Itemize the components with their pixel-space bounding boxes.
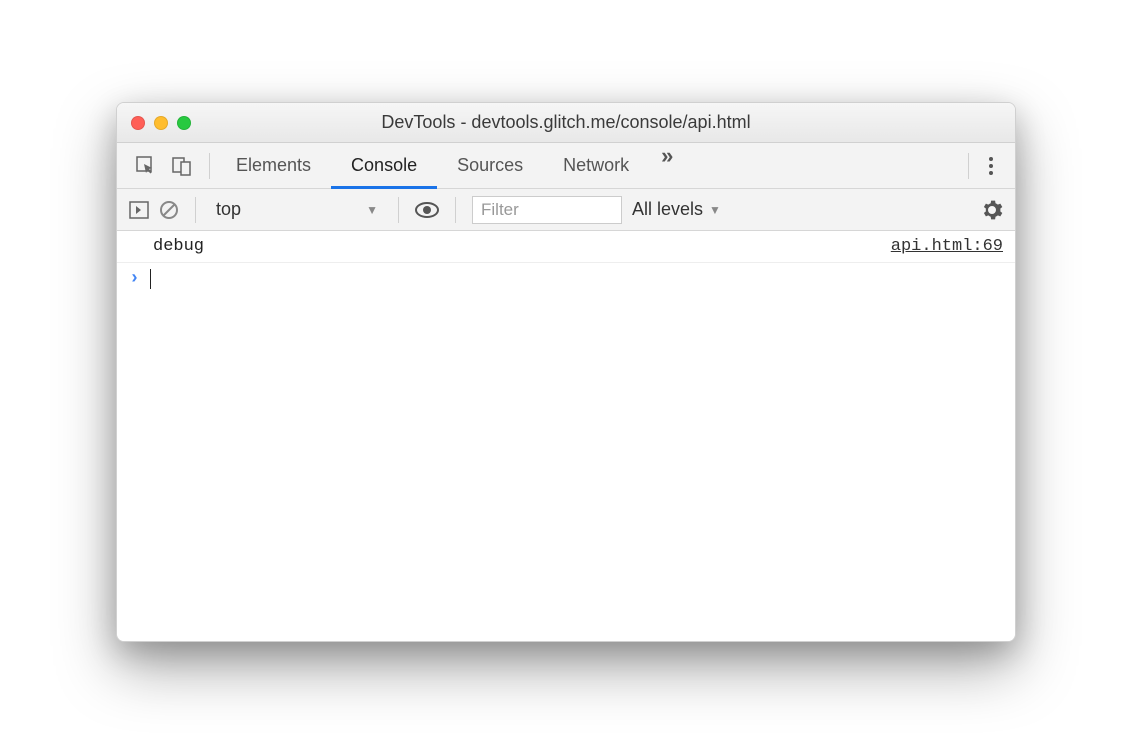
console-prompt[interactable]: › (117, 263, 1015, 295)
tab-network[interactable]: Network (543, 143, 649, 189)
tabs-bar: Elements Console Sources Network » (117, 143, 1015, 189)
titlebar: DevTools - devtools.glitch.me/console/ap… (117, 103, 1015, 143)
divider (455, 197, 456, 223)
panel-tabs: Elements Console Sources Network » (216, 143, 962, 189)
divider (195, 197, 196, 223)
minimize-button[interactable] (154, 116, 168, 130)
device-toolbar-icon[interactable] (171, 155, 193, 177)
context-label: top (216, 199, 241, 220)
chevron-down-icon: ▼ (709, 203, 721, 217)
toggle-sidebar-icon[interactable] (129, 201, 149, 219)
levels-label: All levels (632, 199, 703, 220)
log-source-link[interactable]: api.html:69 (891, 237, 1003, 256)
tab-console[interactable]: Console (331, 143, 437, 189)
more-tabs-icon[interactable]: » (649, 143, 685, 189)
input-cursor (150, 269, 151, 289)
window-controls (131, 116, 191, 130)
close-button[interactable] (131, 116, 145, 130)
divider (209, 153, 210, 179)
inspect-element-icon[interactable] (135, 155, 157, 177)
settings-menu-icon[interactable] (975, 157, 1007, 175)
live-expression-icon[interactable] (415, 202, 439, 218)
maximize-button[interactable] (177, 116, 191, 130)
console-output: debug api.html:69 › (117, 231, 1015, 641)
divider (968, 153, 969, 179)
divider (398, 197, 399, 223)
console-settings-icon[interactable] (981, 199, 1003, 221)
window-title: DevTools - devtools.glitch.me/console/ap… (131, 112, 1001, 133)
inspector-tools (125, 155, 203, 177)
prompt-chevron-icon: › (129, 269, 140, 289)
console-toolbar: top ▼ All levels ▼ (117, 189, 1015, 231)
clear-console-icon[interactable] (159, 200, 179, 220)
log-levels-dropdown[interactable]: All levels ▼ (632, 199, 721, 220)
execution-context-dropdown[interactable]: top ▼ (212, 199, 382, 220)
devtools-window: DevTools - devtools.glitch.me/console/ap… (116, 102, 1016, 642)
chevron-down-icon: ▼ (366, 203, 378, 217)
filter-input[interactable] (472, 196, 622, 224)
tab-elements[interactable]: Elements (216, 143, 331, 189)
log-message: debug (153, 237, 891, 256)
tab-sources[interactable]: Sources (437, 143, 543, 189)
console-log-row: debug api.html:69 (117, 231, 1015, 263)
